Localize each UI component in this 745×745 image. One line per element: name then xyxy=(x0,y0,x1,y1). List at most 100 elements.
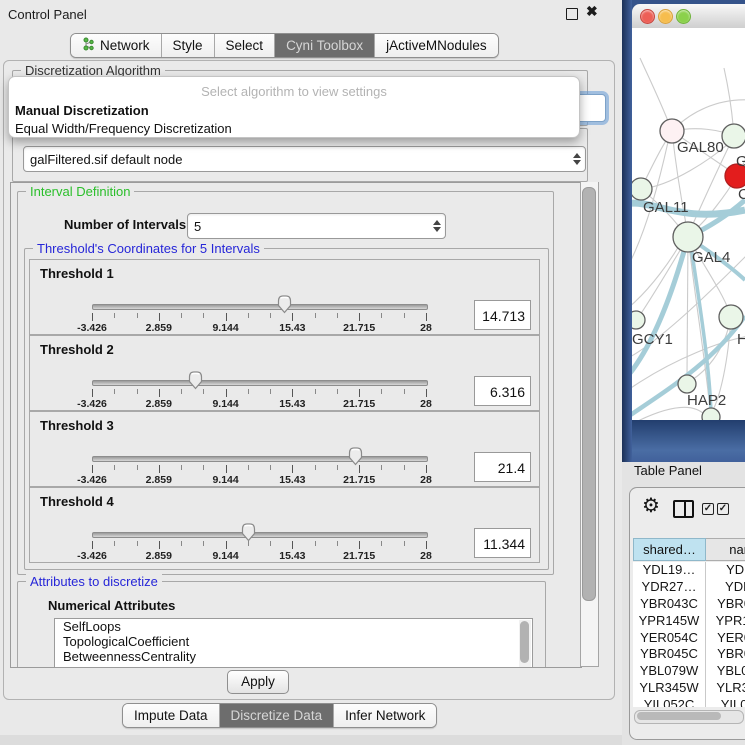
slider-tick xyxy=(226,389,227,397)
zoom-traffic-light[interactable] xyxy=(676,9,691,24)
slider-tick xyxy=(315,541,316,546)
cell-shared-name[interactable]: YDR27… xyxy=(633,579,706,596)
tab-infer-network[interactable]: Infer Network xyxy=(333,704,436,727)
tab-discretize-data[interactable]: Discretize Data xyxy=(219,704,334,727)
attributes-scrollbar-thumb[interactable] xyxy=(520,621,529,663)
cell-shared-name[interactable]: YPR145W xyxy=(633,613,706,630)
tab-jactivemnodules[interactable]: jActiveMNodules xyxy=(374,34,498,57)
network-node[interactable] xyxy=(673,222,703,252)
tab-label: Impute Data xyxy=(134,708,208,723)
table-row[interactable]: YPR145WYPR145W xyxy=(633,613,745,630)
close-traffic-light[interactable] xyxy=(640,9,655,24)
network-node[interactable] xyxy=(632,311,645,329)
number-of-intervals-combo[interactable]: 5 xyxy=(187,213,446,239)
cell-name[interactable]: YPR145W xyxy=(706,613,745,630)
cell-name[interactable]: YLR345W xyxy=(706,680,745,697)
table-row[interactable]: YDR27…YDR27 xyxy=(633,579,745,596)
slider-tick-label: 9.144 xyxy=(196,322,256,334)
table-h-scrollbar-thumb[interactable] xyxy=(637,712,721,720)
network-window-titlebar[interactable] xyxy=(632,4,745,29)
slider-tick-label: 21.715 xyxy=(329,398,389,410)
slider-thumb[interactable] xyxy=(276,294,293,314)
cell-shared-name[interactable]: YDL19… xyxy=(633,562,706,579)
slider-thumb[interactable] xyxy=(187,370,204,390)
cell-name[interactable]: YDL19 xyxy=(706,562,745,579)
cell-name[interactable]: YBL079W xyxy=(706,663,745,680)
slider-tick xyxy=(337,313,338,318)
slider-tick xyxy=(337,541,338,546)
cell-shared-name[interactable]: YIL052C xyxy=(633,697,706,707)
network-canvas[interactable]: GAL80GACGAL11GAL4GCY1HHAP2 xyxy=(632,28,745,420)
threshold-row: Threshold 2-3.4262.8599.14415.4321.71528… xyxy=(29,335,540,411)
panel-scrollbar[interactable] xyxy=(580,182,599,667)
slider-thumb[interactable] xyxy=(347,446,364,466)
column-header-shared-name[interactable]: shared… xyxy=(633,538,706,561)
slider-tick xyxy=(359,541,360,549)
slider-tick-label: 2.859 xyxy=(129,550,189,562)
slider-track[interactable] xyxy=(92,380,428,386)
slider-tick xyxy=(181,465,182,470)
slider-track[interactable] xyxy=(92,304,428,310)
tab-select[interactable]: Select xyxy=(214,34,275,57)
float-window-icon[interactable] xyxy=(566,8,578,20)
network-node[interactable] xyxy=(722,124,745,148)
slider-tick xyxy=(426,541,427,549)
network-node[interactable] xyxy=(632,178,652,200)
slider-tick-label: 2.859 xyxy=(129,398,189,410)
tab-network[interactable]: Network xyxy=(71,34,161,57)
apply-button[interactable]: Apply xyxy=(227,670,289,694)
table-row[interactable]: YBR043CYBR043C xyxy=(633,596,745,613)
cell-name[interactable]: YDR27 xyxy=(706,579,745,596)
slider-track[interactable] xyxy=(92,532,428,538)
threshold-value-field[interactable]: 6.316 xyxy=(474,376,531,406)
panel-scrollbar-thumb[interactable] xyxy=(582,187,596,601)
attributes-scrollbar[interactable] xyxy=(519,620,531,668)
network-node[interactable] xyxy=(719,305,743,329)
close-icon[interactable]: ✖ xyxy=(586,3,598,20)
cell-name[interactable]: YIL052C xyxy=(706,697,745,707)
cell-shared-name[interactable]: YBR043C xyxy=(633,596,706,613)
attributes-group-title: Attributes to discretize xyxy=(26,574,162,589)
threshold-value-field[interactable]: 21.4 xyxy=(474,452,531,482)
table-row[interactable]: YBL079WYBL079W xyxy=(633,663,745,680)
tab-style[interactable]: Style xyxy=(161,34,214,57)
attributes-group: Attributes to discretize Numerical Attri… xyxy=(17,581,546,668)
gear-icon[interactable]: ⚙ xyxy=(642,496,660,516)
tab-impute-data[interactable]: Impute Data xyxy=(123,704,219,727)
network-node[interactable] xyxy=(702,408,720,420)
slider-thumb[interactable] xyxy=(240,522,257,542)
cell-name[interactable]: YER054C xyxy=(706,630,745,647)
threshold-value-field[interactable]: 14.713 xyxy=(474,300,531,330)
slider-tick-label: -3.426 xyxy=(62,474,122,486)
algorithm-option[interactable]: Equal Width/Frequency Discretization xyxy=(9,119,579,137)
checkbox-icon[interactable]: ✓ xyxy=(717,503,729,515)
network-node[interactable] xyxy=(678,375,696,393)
threshold-value-field[interactable]: 11.344 xyxy=(474,528,531,558)
algorithm-option[interactable]: Manual Discretization xyxy=(9,101,579,119)
table-row[interactable]: YBR045CYBR045C xyxy=(633,646,745,663)
algorithm-dropdown-popup: Select algorithm to view settingsManual … xyxy=(8,76,580,138)
table-row[interactable]: YER054CYER054C xyxy=(633,630,745,647)
columns-icon[interactable] xyxy=(673,500,694,518)
table-data-combo[interactable]: galFiltered.sif default node xyxy=(23,146,586,172)
slider-track[interactable] xyxy=(92,456,428,462)
table-row[interactable]: YLR345WYLR345W xyxy=(633,680,745,697)
table-row[interactable]: YIL052CYIL052C xyxy=(633,697,745,707)
cell-shared-name[interactable]: YLR345W xyxy=(633,680,706,697)
tab-cyni-toolbox[interactable]: Cyni Toolbox xyxy=(274,34,374,57)
checkbox-icon[interactable]: ✓ xyxy=(702,503,714,515)
cell-name[interactable]: YBR045C xyxy=(706,646,745,663)
cell-name[interactable]: YBR043C xyxy=(706,596,745,613)
attribute-list-item[interactable]: SelfLoops xyxy=(55,619,532,634)
attribute-list-item[interactable]: BetweennessCentrality xyxy=(55,649,532,664)
minimize-traffic-light[interactable] xyxy=(658,9,673,24)
network-node-label: GAL4 xyxy=(692,249,730,266)
table-row[interactable]: YDL19…YDL19 xyxy=(633,562,745,579)
numerical-attributes-list[interactable]: SelfLoopsTopologicalCoefficientBetweenne… xyxy=(54,618,533,668)
table-h-scrollbar[interactable] xyxy=(634,710,744,724)
cell-shared-name[interactable]: YBR045C xyxy=(633,646,706,663)
column-header-name[interactable]: name xyxy=(706,538,745,561)
attribute-list-item[interactable]: TopologicalCoefficient xyxy=(55,634,532,649)
cell-shared-name[interactable]: YER054C xyxy=(633,630,706,647)
cell-shared-name[interactable]: YBL079W xyxy=(633,663,706,680)
